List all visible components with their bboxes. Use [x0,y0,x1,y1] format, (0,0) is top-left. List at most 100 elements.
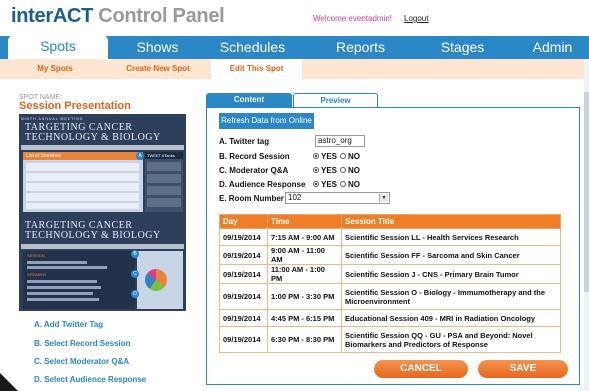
moderator-qa-no-radio[interactable]: NO [340,166,360,175]
table-row[interactable]: 09/19/2014 11:00 AM - 1:00 PM Scientific… [219,264,561,284]
radio-unchecked-icon [340,181,346,187]
preview-tweet-header: TWEET #Tanks [145,152,183,159]
preview-pie-icon [145,269,167,291]
cell-time: 11:00 AM - 1:00 PM [267,264,342,284]
nav-admin[interactable]: Admin [520,36,585,59]
audience-response-yes-radio[interactable]: YES [313,180,337,189]
preview-tweet-row [147,186,181,195]
preview-speaker-label: SPEAKER [27,272,46,277]
tab-content[interactable]: Content [206,93,292,107]
column-header-time: Time [267,214,342,229]
cell-session-title: Scientific Session FF - Sarcoma and Skin… [341,245,561,265]
record-session-no-radio[interactable]: NO [340,152,360,161]
cell-session-title: Scientific Session O - Biology - Immumot… [341,283,561,310]
radio-checked-icon [313,181,319,187]
nav-stages[interactable]: Stages [415,36,510,59]
preview-title-2: TARGETING CANCER TECHNOLOGY & BIOLOGY [25,220,161,241]
preview-screen-bottom: TARGETING CANCER TECHNOLOGY & BIOLOGY SES… [19,214,186,311]
table-row[interactable]: 09/19/2014 4:45 PM - 6:15 PM Educational… [219,309,561,327]
logout-link[interactable]: Logout [404,14,428,23]
add-twitter-tag-link[interactable]: A. Add Twitter Tag [34,320,103,329]
nav-spots[interactable]: Spots [8,35,108,59]
select-audience-response-link[interactable]: D. Select Audience Response [34,375,146,384]
preview-text-line [27,266,107,269]
welcome-message: Welcome eventadmin! [313,14,392,23]
column-header-session-title: Session Title [341,214,561,229]
save-button[interactable]: SAVE [478,360,568,378]
preview-room-bar-2 [21,244,184,249]
radio-checked-icon [313,167,319,173]
preview-sessions-header: List of Sessions [23,152,143,160]
twitter-tag-input[interactable]: astro_org [315,135,365,147]
preview-tweet-panel: TWEET #Tanks [145,152,183,212]
subnav-create-new-spot[interactable]: Create New Spot [108,59,208,79]
audience-response-no-radio[interactable]: NO [340,180,360,189]
preview-tweet-row [147,162,181,171]
preview-tweet-row [147,198,181,207]
preview-session-row [26,173,139,181]
preview-session-row [26,163,139,171]
record-session-yes-radio[interactable]: YES [313,152,337,161]
app-logo: interACT Control Panel [11,5,225,28]
tab-preview[interactable]: Preview [293,93,378,107]
scrollbar-thumb[interactable] [584,92,589,292]
preview-audience-panel [137,251,183,309]
moderator-qa-yes-radio[interactable]: YES [313,166,337,175]
cell-session-title: Scientific Session LL - Health Services … [341,228,561,246]
preview-tweet-row [147,174,181,183]
sessions-table: Day Time Session Title 09/19/2014 7:15 A… [219,214,561,353]
cell-day: 09/19/2014 [219,228,268,246]
nav-reports[interactable]: Reports [313,36,408,59]
preview-text-line [27,261,87,264]
radio-checked-icon [313,153,319,159]
cell-session-title: Scientific Session J - CNS - Primary Bra… [341,264,561,284]
select-record-session-link[interactable]: B. Select Record Session [34,339,130,348]
preview-session-row [26,183,139,191]
preview-text-line [27,292,93,295]
table-row[interactable]: 09/19/2014 1:00 PM - 3:30 PM Scientific … [219,283,561,310]
corner-arrow-icon [0,373,18,391]
cell-day: 09/19/2014 [219,309,268,327]
preview-screen-top: NINTH ANNUAL MEETING TARGETING CANCER TEC… [19,114,186,214]
cell-day: 09/19/2014 [219,264,268,284]
cell-time: 6:30 PM - 8:30 PM [267,326,342,353]
preview-badge: B [131,250,139,258]
preview-badge: A [136,152,144,160]
preview-session-label: SESSION [27,253,45,258]
column-header-day: Day [219,214,268,229]
cell-day: 09/19/2014 [219,283,268,310]
subnav-edit-this-spot[interactable]: Edit This Spot [211,59,302,79]
nav-schedules[interactable]: Schedules [205,36,300,59]
cancel-button[interactable]: CANCEL [374,360,468,378]
cell-session-title: Educational Session 409 - MRI in Radiati… [341,309,561,327]
radio-unchecked-icon [340,167,346,173]
moderator-qa-label: C. Moderator Q&A [219,166,289,175]
subnav-my-spots[interactable]: My Spots [20,59,90,79]
preview-badge: C [131,270,139,278]
table-row[interactable]: 09/19/2014 7:15 AM - 9:00 AM Scientific … [219,228,561,246]
preview-sessions-panel: List of Sessions [23,152,143,212]
nav-shows[interactable]: Shows [110,36,205,59]
logo-brand: interACT [11,5,94,27]
spot-title: Session Presentation [19,100,131,112]
select-moderator-qa-link[interactable]: C. Select Moderator Q&A [34,357,129,366]
cell-time: 1:00 PM - 3:30 PM [267,283,342,310]
chevron-down-icon: ▼ [379,194,388,202]
preview-room-bar [21,145,184,150]
preview-text-line [27,280,97,283]
preview-session-panel: SESSION SPEAKER [23,251,135,309]
main-nav: Spots Shows Schedules Reports Stages Adm… [0,35,589,59]
sub-nav: My Spots Create New Spot Edit This Spot [0,59,589,79]
logo-subtitle: Control Panel [93,5,225,27]
table-row[interactable]: 09/19/2014 6:30 PM - 8:30 PM Scientific … [219,326,561,353]
cell-time: 9:00 AM - 11:00 AM [267,245,342,265]
refresh-data-button[interactable]: Refresh Data from Online [219,113,314,129]
cell-session-title: Scientific Session QQ - GU - PSA and Bey… [341,326,561,353]
room-number-select[interactable]: 102 ▼ [285,192,390,204]
radio-unchecked-icon [340,153,346,159]
preview-badge: D [131,290,139,298]
table-row[interactable]: 09/19/2014 9:00 AM - 11:00 AM Scientific… [219,245,561,265]
record-session-label: B. Record Session [219,152,290,161]
cell-day: 09/19/2014 [219,245,268,265]
room-number-label: E. Room Number [219,194,284,203]
